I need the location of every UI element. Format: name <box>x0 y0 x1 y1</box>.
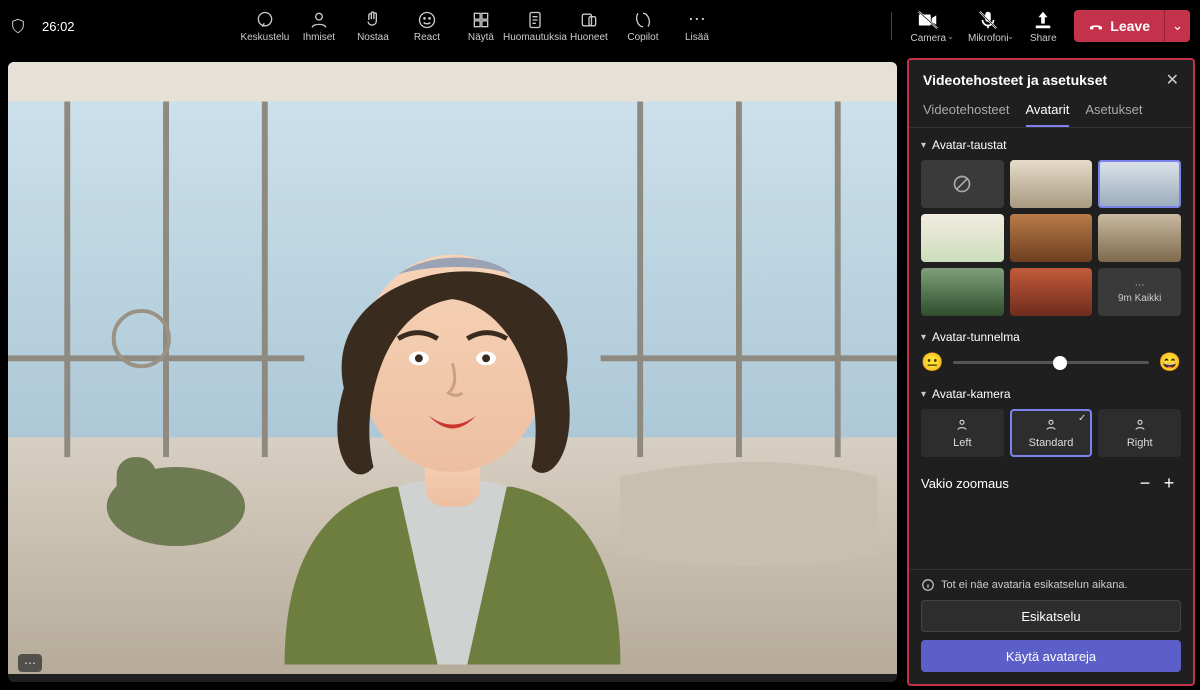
chevron-down-icon: ⌄ <box>1172 18 1183 33</box>
mic-off-icon <box>977 9 999 31</box>
check-icon: ✓ <box>1078 413 1086 424</box>
react-button[interactable]: React <box>401 0 453 52</box>
leave-button[interactable]: Leave <box>1074 10 1164 42</box>
close-icon[interactable]: ✕ <box>1166 70 1179 90</box>
hand-icon <box>363 10 383 30</box>
bg-option[interactable] <box>1098 214 1181 262</box>
share-icon <box>1032 9 1054 31</box>
bg-more[interactable]: ⋯9m Kaikki <box>1098 268 1181 316</box>
zoom-in-button[interactable]: + <box>1157 471 1181 495</box>
tab-video-effects[interactable]: Videotehosteet <box>923 102 1010 127</box>
call-timer: 26:02 <box>42 19 75 34</box>
info-icon <box>921 578 935 592</box>
preview-button[interactable]: Esikatselu <box>921 600 1181 632</box>
grid-icon <box>471 10 491 30</box>
copilot-icon <box>633 10 653 30</box>
notes-icon <box>525 10 545 30</box>
chevron-down-icon[interactable]: ⌄ <box>1007 31 1015 42</box>
people-icon <box>309 10 329 30</box>
more-icon: ⋯ <box>1135 280 1145 291</box>
mic-toggle[interactable]: Mikrofoni ⌄ <box>960 0 1016 52</box>
camera-standard[interactable]: ✓ Standard <box>1010 409 1093 457</box>
camera-left[interactable]: Left <box>921 409 1004 457</box>
leave-dropdown[interactable]: ⌄ <box>1164 10 1190 42</box>
more-button[interactable]: ⋯ Lisää <box>671 0 723 52</box>
section-backgrounds[interactable]: Avatar-taustat <box>921 138 1181 152</box>
panel-title: Videotehosteet ja asetukset <box>923 72 1166 88</box>
info-text: Tot ei näe avataria esikatselun aikana. <box>921 578 1181 592</box>
mood-slider[interactable] <box>953 361 1148 364</box>
neutral-face-icon: 😐 <box>921 352 943 373</box>
bg-option[interactable] <box>1010 160 1093 208</box>
share-button[interactable]: Share <box>1020 0 1066 52</box>
rooms-icon <box>579 10 599 30</box>
tab-avatars[interactable]: Avatarit <box>1026 102 1070 127</box>
bg-option[interactable] <box>1010 268 1093 316</box>
person-icon <box>954 417 970 433</box>
camera-right[interactable]: Right <box>1098 409 1181 457</box>
person-icon <box>1132 417 1148 433</box>
toolbar-separator <box>891 12 892 40</box>
camera-toggle[interactable]: Camera ⌄ <box>900 0 956 52</box>
bg-option[interactable] <box>921 268 1004 316</box>
prohibit-icon <box>952 174 972 194</box>
video-stage: ⋯ <box>8 62 897 682</box>
zoom-label: Vakio zoomaus <box>921 476 1009 491</box>
rooms-button[interactable]: Huoneet <box>563 0 615 52</box>
chat-icon <box>255 10 275 30</box>
section-camera[interactable]: Avatar-kamera <box>921 387 1181 401</box>
apply-avatars-button[interactable]: Käytä avatareja <box>921 640 1181 672</box>
chevron-down-icon[interactable]: ⌄ <box>947 31 955 42</box>
bg-none[interactable] <box>921 160 1004 208</box>
more-icon: ⋯ <box>688 9 706 30</box>
bg-option[interactable] <box>1010 214 1093 262</box>
section-mood[interactable]: Avatar-tunnelma <box>921 330 1181 344</box>
copilot-button[interactable]: Copilot <box>617 0 669 52</box>
camera-off-icon <box>917 9 939 31</box>
hangup-icon <box>1088 18 1104 34</box>
tab-settings[interactable]: Asetukset <box>1085 102 1142 127</box>
chat-button[interactable]: Keskustelu <box>239 0 291 52</box>
shield-icon <box>10 18 26 34</box>
notes-button[interactable]: Huomautuksia <box>509 0 561 52</box>
stage-more-button[interactable]: ⋯ <box>18 654 42 672</box>
view-button[interactable]: Näytä <box>455 0 507 52</box>
zoom-out-button[interactable]: − <box>1133 471 1157 495</box>
bg-option-selected[interactable] <box>1098 160 1181 208</box>
effects-settings-panel: Videotehosteet ja asetukset ✕ Videotehos… <box>907 58 1195 686</box>
emoji-icon <box>417 10 437 30</box>
happy-face-icon: 😄 <box>1159 352 1181 373</box>
bg-option[interactable] <box>921 214 1004 262</box>
raise-hand-button[interactable]: Nostaa <box>347 0 399 52</box>
people-button[interactable]: Ihmiset <box>293 0 345 52</box>
person-icon <box>1043 417 1059 433</box>
